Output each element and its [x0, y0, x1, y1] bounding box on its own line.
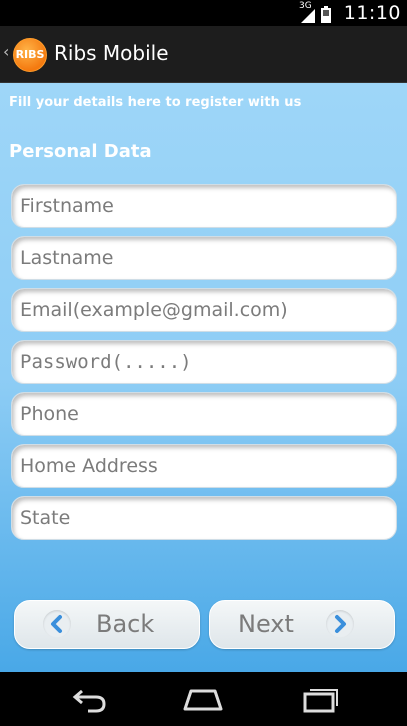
phone-input[interactable] [12, 393, 396, 435]
action-bar: ‹ RIBS Ribs Mobile [0, 26, 407, 83]
password-field[interactable] [11, 340, 397, 384]
status-bar: 3G 11:10 [0, 0, 407, 26]
lastname-field[interactable] [11, 236, 397, 280]
section-title: Personal Data [9, 141, 152, 162]
home-icon[interactable] [181, 685, 225, 713]
next-label: Next [238, 610, 294, 638]
email-field[interactable] [11, 288, 397, 332]
arrow-right-icon [326, 610, 354, 638]
address-field[interactable] [11, 444, 397, 488]
next-button[interactable]: Next [209, 600, 395, 649]
back-icon[interactable] [66, 685, 110, 713]
address-input[interactable] [12, 445, 396, 487]
back-button[interactable]: Back [14, 600, 200, 649]
lastname-input[interactable] [12, 237, 396, 279]
firstname-input[interactable] [12, 185, 396, 227]
status-icons: 3G [299, 1, 331, 23]
intro-text: Fill your details here to register with … [9, 95, 302, 110]
phone-field[interactable] [11, 392, 397, 436]
state-input[interactable] [12, 497, 396, 539]
registration-form: Fill your details here to register with … [0, 83, 407, 672]
up-caret-icon[interactable]: ‹ [3, 42, 9, 61]
network-type: 3G [299, 1, 312, 11]
signal-icon [301, 9, 315, 23]
app-title: Ribs Mobile [54, 41, 169, 65]
email-input[interactable] [12, 289, 396, 331]
clock: 11:10 [343, 2, 401, 24]
arrow-left-icon [43, 610, 71, 638]
recent-apps-icon[interactable] [297, 685, 341, 713]
state-field[interactable] [11, 496, 397, 540]
firstname-field[interactable] [11, 184, 397, 228]
app-logo[interactable]: RIBS [13, 38, 47, 72]
back-label: Back [96, 610, 155, 638]
navigation-bar [0, 672, 407, 726]
battery-icon [321, 6, 331, 23]
password-input[interactable] [12, 341, 396, 383]
